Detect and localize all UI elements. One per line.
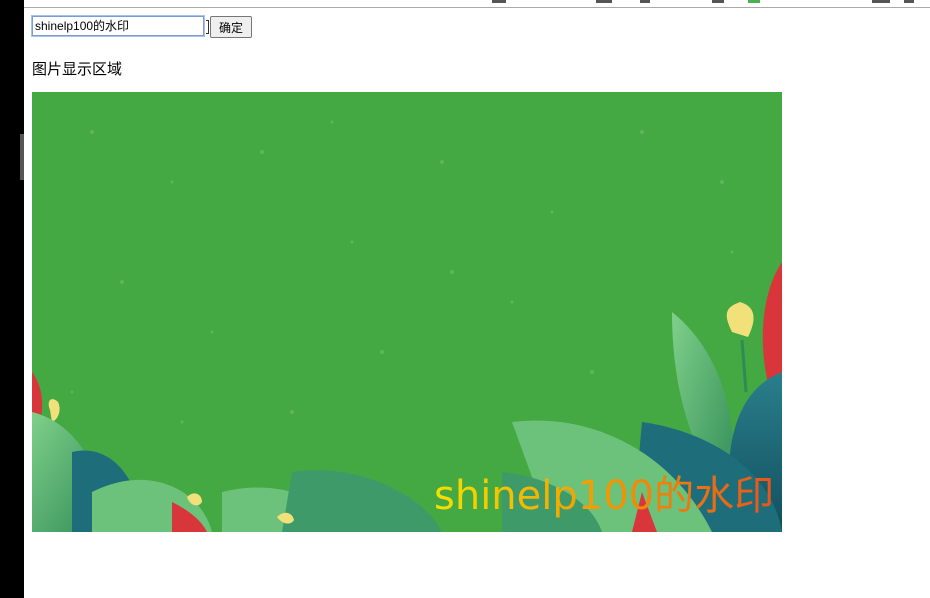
image-area-title: 图片显示区域 bbox=[32, 60, 123, 78]
top-divider bbox=[24, 7, 930, 8]
watermark-text-input[interactable] bbox=[31, 15, 205, 37]
input-resize-mark bbox=[206, 20, 209, 34]
watermark-overlay-text: shinelp100的水印 bbox=[434, 473, 775, 519]
edge-handle bbox=[20, 134, 24, 180]
image-display-area: shinelp100的水印 bbox=[32, 92, 782, 532]
window-left-edge bbox=[0, 0, 24, 598]
confirm-button[interactable]: 确定 bbox=[210, 16, 252, 38]
top-toolbar-fragment bbox=[480, 0, 930, 6]
green-foliage-image bbox=[32, 92, 782, 532]
